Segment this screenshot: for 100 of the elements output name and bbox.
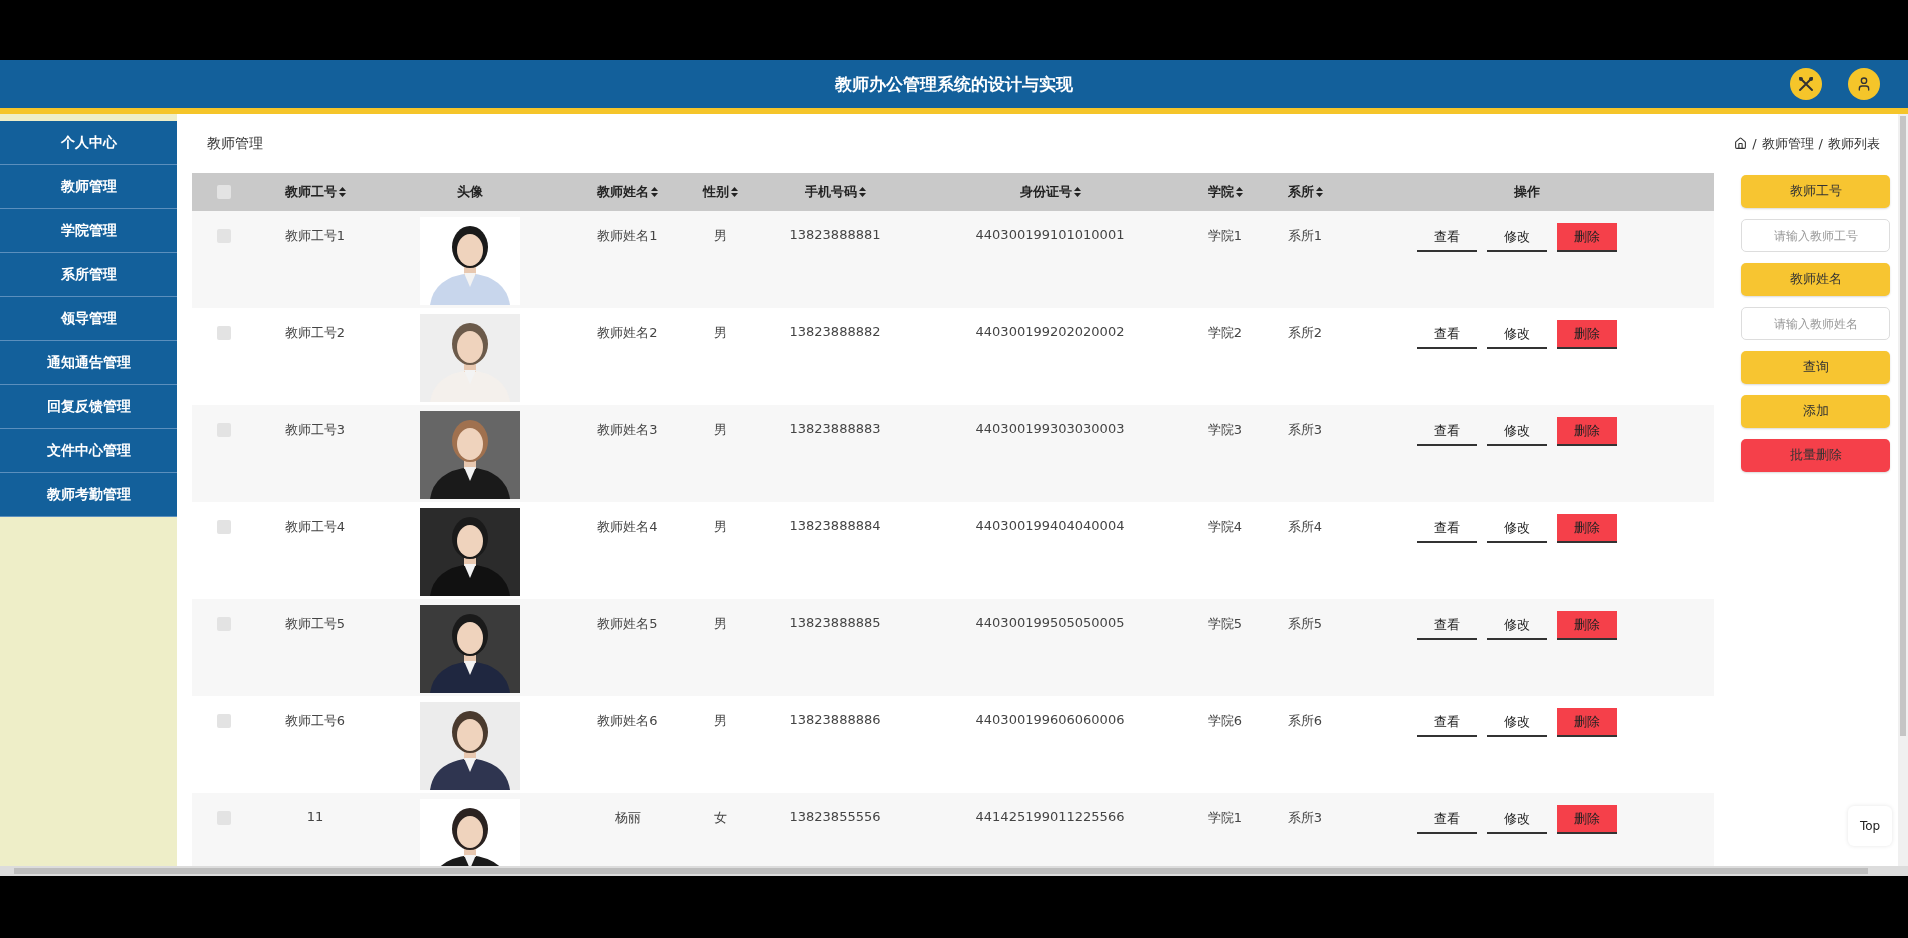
search-field[interactable]: 请输入教师姓名 <box>1741 307 1890 340</box>
sort-icon[interactable] <box>651 187 658 197</box>
table-cell-text: 440300199404040004 <box>974 517 1126 533</box>
table-cell-text: 女 <box>712 809 728 827</box>
table-cell-text: 系所4 <box>1286 518 1324 536</box>
sort-icon[interactable] <box>730 187 738 197</box>
sidebar-item[interactable]: 文件中心管理 <box>0 429 177 473</box>
table-cell-text: 13823888885 <box>788 614 882 630</box>
sidebar-item[interactable]: 教师管理 <box>0 165 177 209</box>
sidebar-item[interactable]: 个人中心 <box>0 121 177 165</box>
table-cell-text: 教师姓名3 <box>596 421 659 439</box>
table-cell-text: 系所2 <box>1286 324 1324 342</box>
table-cell-text: 教师工号6 <box>283 712 347 730</box>
checkbox[interactable] <box>216 326 231 340</box>
scrollbar[interactable] <box>1898 114 1908 866</box>
scrollbar[interactable] <box>0 866 1908 876</box>
delete-button[interactable]: 删除 <box>1557 611 1617 640</box>
sidebar-item[interactable]: 领导管理 <box>0 297 177 341</box>
delete-button[interactable]: 删除 <box>1557 805 1617 834</box>
table-cell-text: 系所6 <box>1286 712 1324 730</box>
column-header: 操作 <box>1514 183 1540 201</box>
table-cell-text: 13823888884 <box>788 517 882 533</box>
action-button[interactable]: 查询 <box>1741 351 1890 384</box>
action-button[interactable]: 查看 <box>1417 417 1477 446</box>
tools-icon <box>1798 76 1814 92</box>
delete-button[interactable]: 删除 <box>1557 514 1617 543</box>
field-label: 教师姓名 <box>1741 263 1890 296</box>
checkbox[interactable] <box>216 714 231 728</box>
action-button[interactable]: 查看 <box>1417 805 1477 834</box>
table-cell-text: 男 <box>712 615 728 633</box>
column-header[interactable]: 性别 <box>702 183 729 201</box>
column-header[interactable]: 身份证号 <box>1019 183 1072 201</box>
page-title: 教师管理 <box>207 134 263 153</box>
sidebar-item[interactable]: 学院管理 <box>0 209 177 253</box>
checkbox[interactable] <box>216 185 231 199</box>
sort-icon[interactable] <box>1235 187 1243 197</box>
user-button[interactable] <box>1848 68 1880 100</box>
table-cell-text: 13823888886 <box>788 711 882 727</box>
breadcrumb-item[interactable]: 教师管理 <box>1761 134 1814 153</box>
sidebar-item[interactable]: 回复反馈管理 <box>0 385 177 429</box>
action-button[interactable]: 查看 <box>1417 320 1477 349</box>
breadcrumb-item[interactable]: 教师列表 <box>1828 134 1880 153</box>
table-cell-text: 教师工号5 <box>283 615 347 633</box>
table-cell-text: 学院5 <box>1206 615 1244 633</box>
table-cell-text: 男 <box>712 712 728 730</box>
table-cell-text: 13823855556 <box>788 808 882 824</box>
table-cell-text: 系所5 <box>1286 615 1324 633</box>
table-cell-text: 学院1 <box>1206 227 1244 245</box>
table-cell-text: 13823888882 <box>788 323 882 339</box>
delete-button[interactable]: 删除 <box>1557 223 1617 252</box>
action-button[interactable]: 修改 <box>1487 320 1547 349</box>
table-cell-text: 13823888883 <box>788 420 882 436</box>
top-button[interactable]: Top <box>1848 806 1892 846</box>
breadcrumb-separator: / <box>1752 136 1757 151</box>
table-cell-text: 学院2 <box>1206 324 1244 342</box>
search-field[interactable]: 请输入教师工号 <box>1741 219 1890 252</box>
sort-icon[interactable] <box>1315 187 1323 197</box>
action-button[interactable]: 查看 <box>1417 223 1477 252</box>
action-button[interactable]: 查看 <box>1417 708 1477 737</box>
table-cell-text: 学院4 <box>1206 518 1244 536</box>
table-cell-text: 11 <box>305 808 325 824</box>
user-icon <box>1856 76 1872 92</box>
action-button[interactable]: 查看 <box>1417 514 1477 543</box>
action-button[interactable]: 修改 <box>1487 417 1547 446</box>
table-cell-text: 教师工号4 <box>283 518 347 536</box>
delete-button[interactable]: 删除 <box>1557 708 1617 737</box>
table-cell-text: 杨丽 <box>613 809 642 827</box>
table-cell-text: 男 <box>712 227 728 245</box>
checkbox[interactable] <box>216 520 231 534</box>
tools-button[interactable] <box>1790 68 1822 100</box>
table-cell-text: 系所3 <box>1286 421 1324 439</box>
action-button[interactable]: 修改 <box>1487 708 1547 737</box>
sidebar-item[interactable]: 教师考勤管理 <box>0 473 177 517</box>
table-cell-text: 系所1 <box>1286 227 1324 245</box>
column-header[interactable]: 教师工号 <box>284 183 337 201</box>
column-header[interactable]: 系所 <box>1287 183 1314 201</box>
action-button[interactable]: 修改 <box>1487 223 1547 252</box>
action-button[interactable]: 修改 <box>1487 805 1547 834</box>
sidebar-item[interactable]: 系所管理 <box>0 253 177 297</box>
delete-button[interactable]: 删除 <box>1557 320 1617 349</box>
batch-delete-button[interactable]: 批量删除 <box>1741 439 1890 472</box>
table-cell-text: 441425199011225566 <box>974 808 1126 824</box>
column-header[interactable]: 学院 <box>1207 183 1234 201</box>
sort-icon[interactable] <box>1073 187 1081 197</box>
action-button[interactable]: 查看 <box>1417 611 1477 640</box>
column-header[interactable]: 手机号码 <box>804 183 857 201</box>
table-cell-text: 440300199505050005 <box>974 614 1126 630</box>
sidebar-item[interactable]: 通知通告管理 <box>0 341 177 385</box>
action-button[interactable]: 添加 <box>1741 395 1890 428</box>
table-cell-text: 440300199606060006 <box>974 711 1126 727</box>
sort-icon[interactable] <box>338 187 346 197</box>
table-cell-text: 440300199202020002 <box>974 323 1126 339</box>
home-icon[interactable] <box>1734 137 1748 150</box>
table-cell-text: 男 <box>712 324 728 342</box>
sort-icon[interactable] <box>858 187 866 197</box>
action-button[interactable]: 修改 <box>1487 611 1547 640</box>
table-cell-text: 学院6 <box>1206 712 1244 730</box>
action-button[interactable]: 修改 <box>1487 514 1547 543</box>
delete-button[interactable]: 删除 <box>1557 417 1617 446</box>
column-header[interactable]: 教师姓名 <box>597 183 649 201</box>
